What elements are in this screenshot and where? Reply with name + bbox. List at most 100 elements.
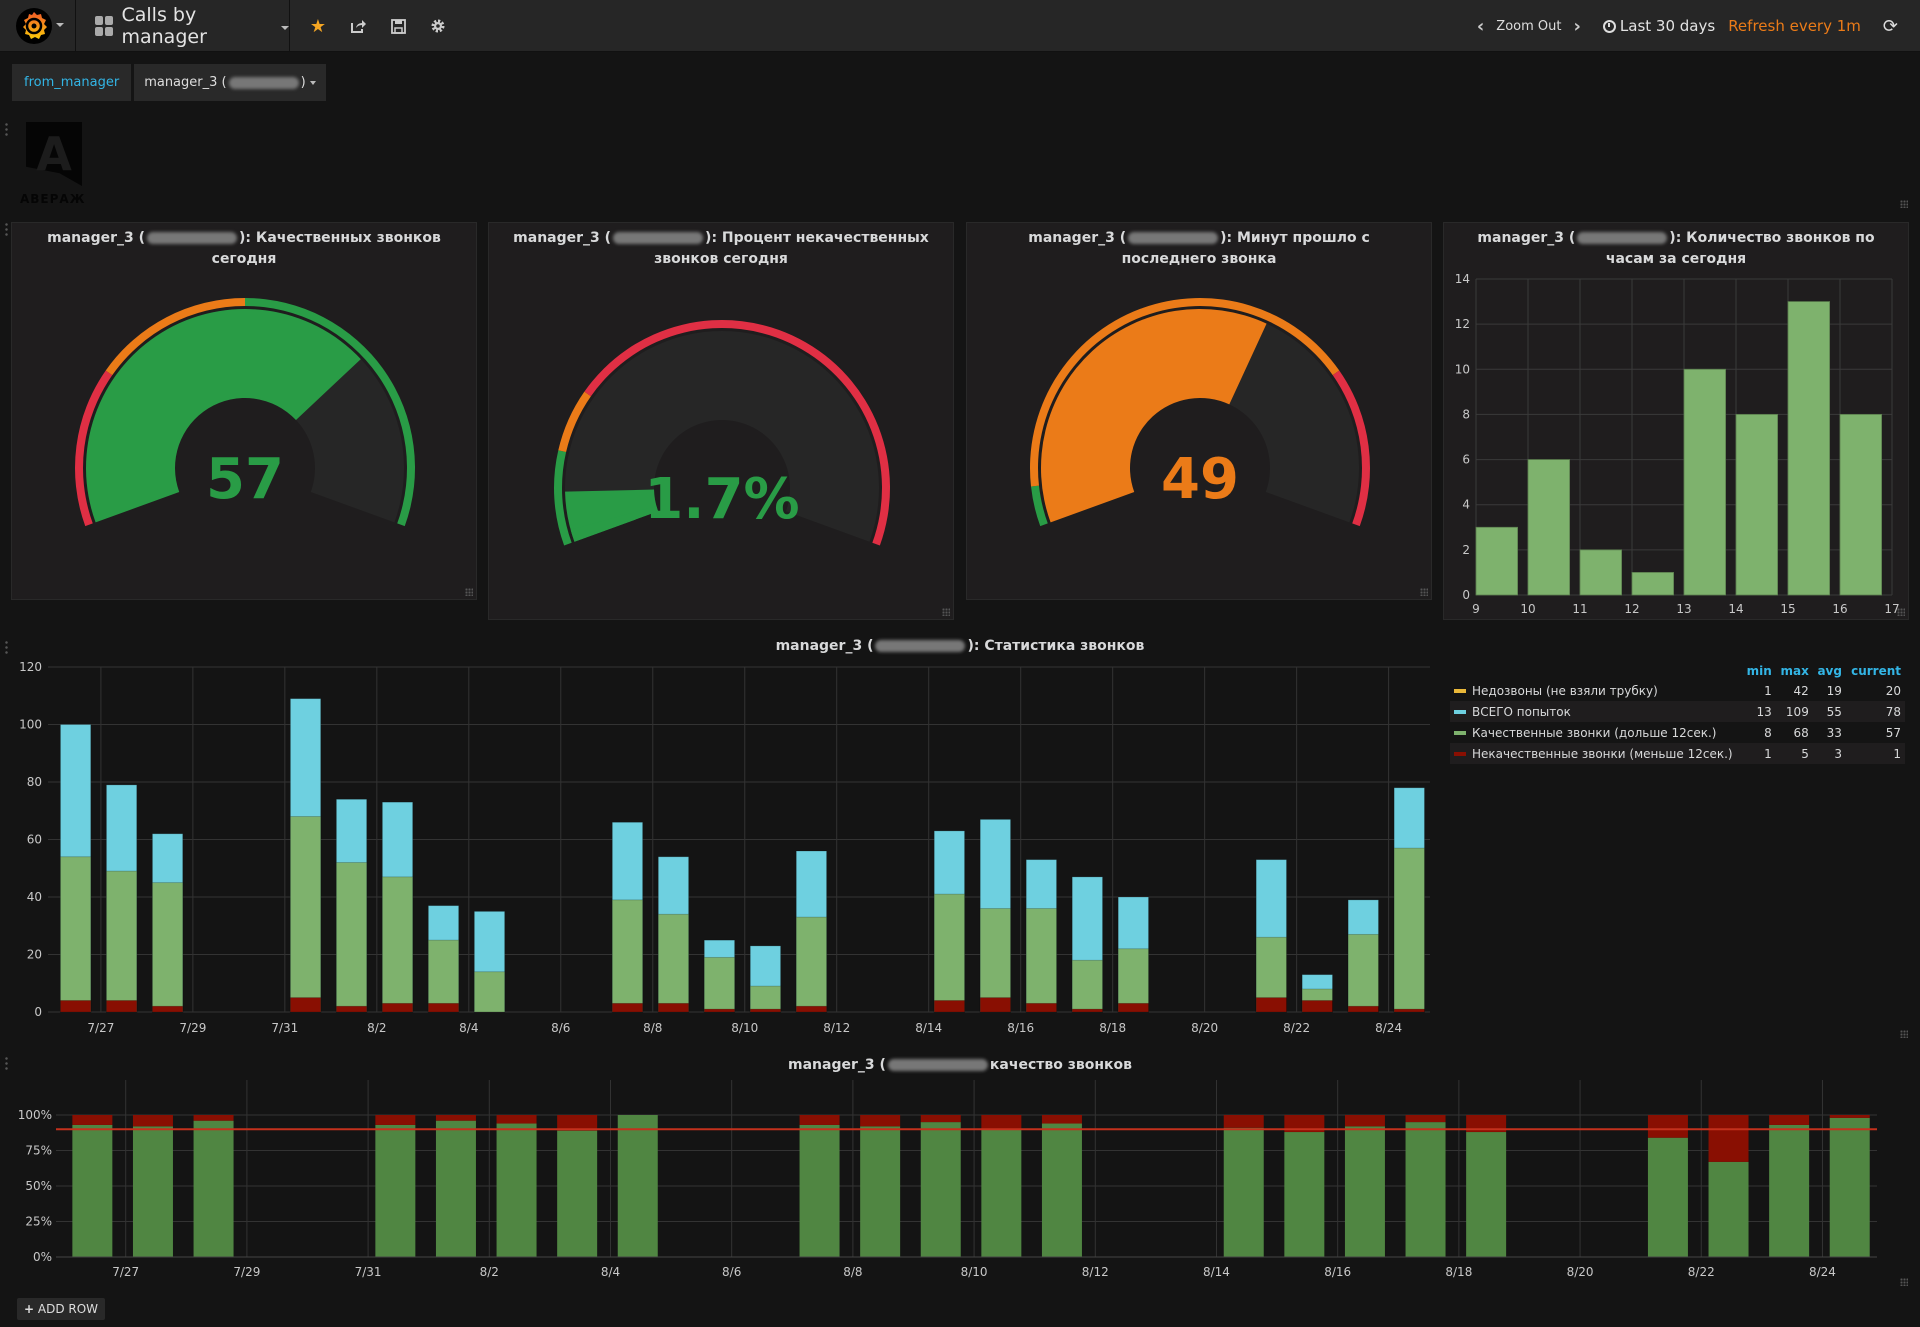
- dashboard-picker[interactable]: Calls by manager: [77, 0, 290, 52]
- legend-series-name[interactable]: Некачественные звонки (меньше 12сек.): [1450, 743, 1743, 764]
- zoom-out-button[interactable]: Zoom Out: [1492, 19, 1565, 34]
- variable-select[interactable]: manager_3 ( ): [134, 64, 326, 101]
- row-resize-handle[interactable]: [1900, 200, 1908, 208]
- panel-resize-handle[interactable]: [1420, 588, 1428, 596]
- y-tick-label: 4: [1462, 498, 1470, 512]
- time-range-picker[interactable]: Last 30 days: [1602, 17, 1716, 35]
- y-tick-label: 100%: [18, 1108, 52, 1122]
- y-tick-label: 100: [19, 718, 42, 732]
- stats-bar-quality: [335, 862, 368, 1013]
- panel-bad-percent-today: manager_3 (): Процент некачественных зво…: [488, 222, 954, 620]
- legend-header-min[interactable]: min: [1742, 662, 1776, 680]
- stats-bar-quality: [1071, 959, 1103, 1013]
- refresh-button[interactable]: ⟳: [1883, 16, 1898, 37]
- stats-bar-quality: [473, 971, 506, 1013]
- legend-value-min: 1: [1742, 743, 1776, 764]
- legend-series-name[interactable]: Недозвоны (не взяли трубку): [1450, 680, 1742, 701]
- panel-resize-handle[interactable]: [465, 588, 473, 596]
- legend-value-current: 57: [1885, 725, 1901, 740]
- legend-header-current[interactable]: current: [1846, 662, 1905, 680]
- legend-row[interactable]: Недозвоны (не взяли трубку) 1 42 19 20: [1450, 680, 1905, 701]
- quality-bar-bad: [496, 1115, 537, 1124]
- time-forward-button[interactable]: ›: [1565, 16, 1588, 37]
- x-tick-label: 7/27: [87, 1021, 114, 1035]
- legend-value-avg: 19: [1826, 683, 1842, 698]
- stats-panel-title[interactable]: manager_3 (): Статистика звонков: [0, 638, 1920, 654]
- quality-panel-title[interactable]: manager_3 (качество звонков: [0, 1057, 1920, 1073]
- panel-resize-handle[interactable]: [942, 608, 950, 616]
- quality-bar-bad: [375, 1115, 416, 1125]
- quality-bar-bad: [72, 1115, 113, 1125]
- save-button[interactable]: [378, 0, 418, 52]
- grafana-menu-button[interactable]: [0, 0, 76, 52]
- star-button[interactable]: ★: [298, 0, 338, 52]
- quality-bar-bad: [1405, 1115, 1446, 1123]
- stats-bar-bad: [1347, 1005, 1379, 1013]
- settings-button[interactable]: [418, 0, 458, 52]
- hourly-bar: [1475, 526, 1518, 596]
- quality-bar-good: [496, 1123, 537, 1257]
- chevron-down-icon: [281, 26, 289, 30]
- legend-color-swatch-icon[interactable]: [1454, 752, 1466, 756]
- quality-bar-good: [435, 1120, 476, 1257]
- stats-bar-bad: [1393, 1008, 1425, 1013]
- stats-bar-quality: [1117, 948, 1149, 1013]
- time-range-label: Last 30 days: [1619, 17, 1716, 35]
- quality-bar-good: [1223, 1127, 1264, 1257]
- legend-color-swatch-icon[interactable]: [1454, 710, 1466, 714]
- legend-color-swatch-icon[interactable]: [1454, 731, 1466, 735]
- legend-color-swatch-icon[interactable]: [1454, 689, 1466, 693]
- share-button[interactable]: [338, 0, 378, 52]
- x-tick-label: 8/12: [1082, 1265, 1109, 1279]
- stats-bar-bad: [1117, 1002, 1149, 1013]
- add-row-button[interactable]: + ADD ROW: [17, 1298, 106, 1320]
- quality-bar-bad: [920, 1115, 961, 1123]
- y-tick-label: 10: [1455, 362, 1470, 376]
- refresh-interval-label[interactable]: Refresh every 1m: [1728, 17, 1861, 35]
- x-tick-label: 8/10: [731, 1021, 758, 1035]
- dashboard-title: Calls by manager: [121, 4, 207, 48]
- time-back-button[interactable]: ‹: [1469, 16, 1492, 37]
- chevron-down-icon: [56, 23, 64, 27]
- quality-bar-good: [1466, 1132, 1507, 1257]
- hourly-bar: [1839, 414, 1882, 596]
- hourly-bar: [1787, 301, 1830, 596]
- y-tick-label: 50%: [25, 1179, 52, 1193]
- legend-series-name[interactable]: Качественные звонки (дольше 12сек.): [1450, 722, 1742, 743]
- stats-bar-bad: [979, 997, 1011, 1013]
- stats-bar-bad: [1071, 1008, 1103, 1013]
- legend-header-max[interactable]: max: [1776, 662, 1813, 680]
- stats-bar-bad: [703, 1008, 736, 1013]
- x-tick-label: 8/20: [1567, 1265, 1594, 1279]
- brand-name: АВЕРАЖ: [20, 192, 86, 206]
- panel-resize-handle[interactable]: [1897, 608, 1905, 616]
- x-tick-label: 8/4: [459, 1021, 478, 1035]
- panel-hourly-calls: manager_3 (): Количество звонков по часа…: [1443, 222, 1909, 620]
- variable-value-suffix: ): [300, 75, 306, 90]
- gauge-quality-today: 57: [75, 298, 415, 527]
- row-resize-handle[interactable]: [1900, 1030, 1908, 1038]
- legend-value-min: 8: [1764, 725, 1772, 740]
- x-tick-label: 8/22: [1688, 1265, 1715, 1279]
- dashboard-grid-icon: [95, 16, 114, 36]
- legend-series-name[interactable]: ВСЕГО попыток: [1450, 701, 1743, 722]
- row-drag-handle[interactable]: [4, 122, 9, 136]
- stats-bar-bad: [151, 1005, 184, 1013]
- quality-bar-bad: [981, 1115, 1022, 1130]
- row-resize-handle[interactable]: [1900, 1278, 1908, 1286]
- legend-row[interactable]: Некачественные звонки (меньше 12сек.) 1 5 3…: [1450, 743, 1905, 764]
- legend-value-min: 13: [1742, 701, 1776, 722]
- quality-bar-good: [1284, 1132, 1325, 1257]
- legend-header-avg[interactable]: avg: [1813, 662, 1846, 680]
- stats-bar-quality: [657, 913, 690, 1013]
- y-tick-label: 75%: [25, 1144, 52, 1158]
- row-drag-handle[interactable]: [4, 222, 9, 236]
- stats-bar-quality: [381, 876, 414, 1013]
- panel-minutes-since-last: manager_3 (): Минут прошло с последнего …: [966, 222, 1432, 600]
- quality-bar-good: [1041, 1123, 1082, 1257]
- stats-bar-bad: [1255, 997, 1287, 1013]
- legend-row[interactable]: Качественные звонки (дольше 12сек.) 8 68 33…: [1450, 722, 1905, 743]
- x-tick-label: 8/14: [915, 1021, 942, 1035]
- x-tick-label: 7/27: [112, 1265, 139, 1279]
- legend-row[interactable]: ВСЕГО попыток 13 109 55 78: [1450, 701, 1905, 722]
